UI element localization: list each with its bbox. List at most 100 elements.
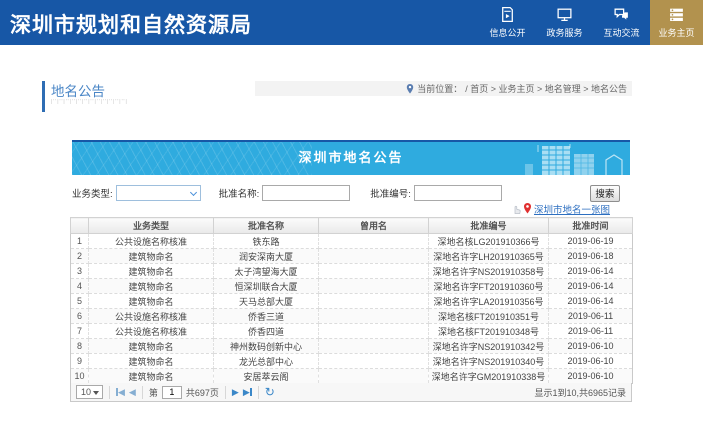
chat-icon	[613, 6, 630, 23]
nav-label: 政务服务	[546, 26, 582, 39]
nav-label: 信息公开	[489, 26, 525, 39]
section-subtitle-ticks: |''|''|''|''|''|''|''|''|''|''|''|''|	[51, 99, 128, 105]
cell: 建筑物命名	[89, 354, 214, 369]
cell	[319, 354, 429, 369]
cell: 深地名许字NS201910342号	[429, 339, 549, 354]
cell: 恒深圳联合大厦	[214, 279, 319, 294]
divider	[142, 386, 143, 399]
cell	[319, 234, 429, 249]
cell	[319, 324, 429, 339]
table-row[interactable]: 3建筑物命名太子湾望海大厦深地名许字NS201910358号2019-06-14	[71, 264, 633, 279]
next-page-button[interactable]: ▶	[232, 388, 239, 397]
cell: 深地名许字LA201910356号	[429, 294, 549, 309]
row-number: 6	[71, 309, 89, 324]
divider	[258, 386, 259, 399]
cell: 太子湾望海大厦	[214, 264, 319, 279]
section-title: 地名公告	[51, 80, 105, 100]
name-filter-input[interactable]	[262, 185, 350, 201]
refresh-icon[interactable]: ↻	[265, 386, 275, 398]
page-size-value: 10	[81, 387, 91, 397]
cell	[319, 279, 429, 294]
cell: 深地名许字NS201910358号	[429, 264, 549, 279]
records-summary: 显示1到10,共6965记录	[534, 386, 626, 399]
name-filter-label: 批准名称:	[219, 186, 260, 200]
cell: 深地名许字GM201910338号	[429, 369, 549, 384]
cell: 2019-06-18	[549, 249, 633, 264]
cell: 公共设施名称核准	[89, 234, 214, 249]
row-number: 3	[71, 264, 89, 279]
column-header: 曾用名	[319, 218, 429, 234]
cell	[319, 294, 429, 309]
nav-item-business-home[interactable]: 业务主页	[650, 0, 703, 45]
city-map-link[interactable]: 深圳市地名一张图	[534, 202, 610, 216]
cell: 建筑物命名	[89, 294, 214, 309]
divider	[225, 386, 226, 399]
breadcrumb-path[interactable]: / 首页 > 业务主页 > 地名管理 > 地名公告	[465, 82, 627, 95]
announcement-table: 业务类型批准名称曾用名批准编号批准时间 1公共设施名称核准铁东路深地名核LG20…	[70, 217, 633, 384]
table-row[interactable]: 1公共设施名称核准铁东路深地名核LG201910366号2019-06-19	[71, 234, 633, 249]
breadcrumb-prefix: 当前位置：	[417, 82, 462, 95]
table-row[interactable]: 4建筑物命名恒深圳联合大厦深地名许字FT201910360号2019-06-14	[71, 279, 633, 294]
map-link-row: 深圳市地名一张图	[72, 202, 630, 215]
last-page-button[interactable]: ▶	[243, 388, 252, 397]
site-title: 深圳市规划和自然资源局	[10, 9, 252, 39]
cell: 深地名许字NS201910340号	[429, 354, 549, 369]
prev-page-button[interactable]: ◀	[129, 388, 136, 397]
header: 深圳市规划和自然资源局 信息公开 政务服务 互动交流	[0, 0, 703, 45]
current-page-input[interactable]	[162, 386, 182, 399]
cell: 铁东路	[214, 234, 319, 249]
table-row[interactable]: 6公共设施名称核准侨香三道深地名核FT201910351号2019-06-11	[71, 309, 633, 324]
column-header: 批准名称	[214, 218, 319, 234]
cell: 深地名核FT201910348号	[429, 324, 549, 339]
nav-label: 互动交流	[603, 26, 639, 39]
page: 深圳市规划和自然资源局 信息公开 政务服务 互动交流	[0, 0, 703, 430]
cell	[319, 369, 429, 384]
cell: 建筑物命名	[89, 249, 214, 264]
cell: 安居萃云阁	[214, 369, 319, 384]
total-pages-label: 共697页	[186, 386, 219, 399]
table-header: 业务类型批准名称曾用名批准编号批准时间	[71, 218, 633, 234]
table-row[interactable]: 9建筑物命名龙光总部中心深地名许字NS201910340号2019-06-10	[71, 354, 633, 369]
table-row[interactable]: 2建筑物命名润安深南大厦深地名许字LH201910365号2019-06-18	[71, 249, 633, 264]
document-icon	[499, 6, 516, 23]
cell: 润安深南大厦	[214, 249, 319, 264]
first-page-button[interactable]: ◀	[116, 388, 125, 397]
cell: 公共设施名称核准	[89, 309, 214, 324]
table-row[interactable]: 10建筑物命名安居萃云阁深地名许字GM201910338号2019-06-10	[71, 369, 633, 384]
location-pin-icon	[406, 84, 414, 94]
breadcrumb: 当前位置： / 首页 > 业务主页 > 地名管理 > 地名公告	[255, 81, 632, 96]
cell: 2019-06-11	[549, 324, 633, 339]
row-number: 5	[71, 294, 89, 309]
dropdown-arrow-icon	[93, 391, 99, 395]
cell	[319, 309, 429, 324]
nav-item-info-disclosure[interactable]: 信息公开	[479, 0, 536, 45]
cell: 建筑物命名	[89, 339, 214, 354]
banner-title: 深圳市地名公告	[72, 142, 630, 174]
cell: 建筑物命名	[89, 264, 214, 279]
nav-item-gov-services[interactable]: 政务服务	[536, 0, 593, 45]
page-size-select[interactable]: 10	[76, 385, 103, 399]
type-filter-label: 业务类型:	[72, 186, 113, 200]
table-row[interactable]: 5建筑物命名天马总部大厦深地名许字LA201910356号2019-06-14	[71, 294, 633, 309]
stack-icon	[668, 6, 685, 23]
page-prefix-label: 第	[149, 386, 158, 399]
type-filter-select[interactable]	[116, 185, 201, 201]
announcement-banner: 深圳市地名公告	[72, 140, 630, 175]
hand-cursor-icon	[511, 203, 521, 214]
row-number: 4	[71, 279, 89, 294]
cell: 公共设施名称核准	[89, 324, 214, 339]
row-number: 9	[71, 354, 89, 369]
cell	[319, 249, 429, 264]
cell: 建筑物命名	[89, 279, 214, 294]
search-button[interactable]: 搜索	[590, 185, 620, 202]
column-header: 批准编号	[429, 218, 549, 234]
table-row[interactable]: 8建筑物命名神州数码创新中心深地名许字NS201910342号2019-06-1…	[71, 339, 633, 354]
code-filter-label: 批准编号:	[370, 186, 411, 200]
code-filter-input[interactable]	[414, 185, 502, 201]
cell: 2019-06-10	[549, 369, 633, 384]
cell: 深地名核FT201910351号	[429, 309, 549, 324]
chevron-down-icon	[190, 189, 197, 196]
table-row[interactable]: 7公共设施名称核准侨香四道深地名核FT201910348号2019-06-11	[71, 324, 633, 339]
nav-item-interaction[interactable]: 互动交流	[593, 0, 650, 45]
row-number: 1	[71, 234, 89, 249]
